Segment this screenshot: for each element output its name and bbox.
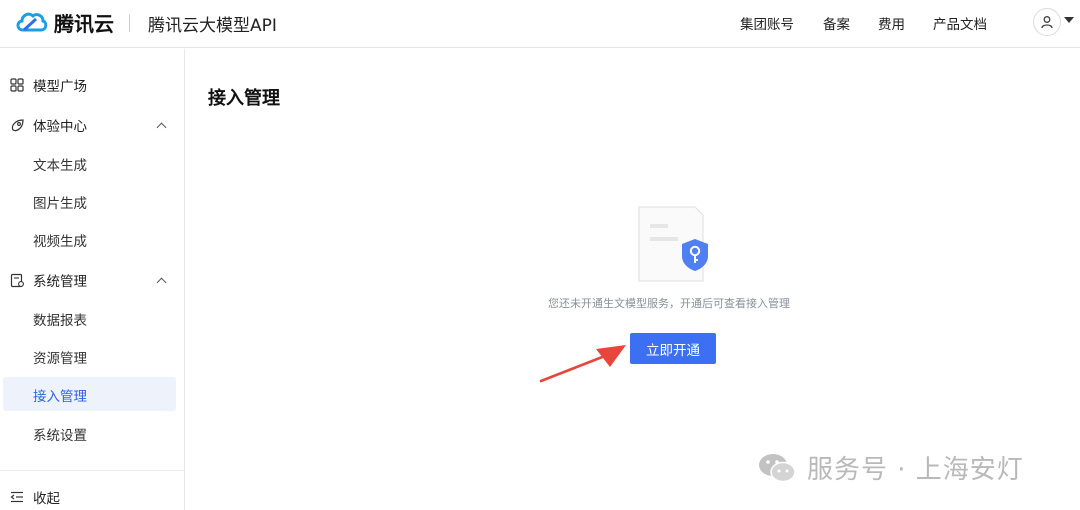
empty-state-message: 您还未开通生文模型服务，开通后可查看接入管理	[548, 297, 790, 310]
sidebar-item-system-settings[interactable]: 系统设置	[33, 424, 87, 444]
sidebar-item-model-square[interactable]: 模型广场	[9, 75, 87, 95]
sidebar-item-access-management[interactable]: 接入管理	[33, 385, 87, 405]
account-dropdown-icon[interactable]	[1064, 17, 1074, 23]
chevron-up-icon[interactable]	[156, 122, 167, 133]
collapse-icon	[9, 489, 25, 505]
sidebar: 模型广场 体验中心 文本生成 图片生成 视频生成 系统管理 数据报表 资源管理 …	[0, 49, 185, 510]
top-header: 腾讯云 腾讯云大模型API 集团账号 备案 费用 产品文档	[0, 0, 1080, 48]
sidebar-item-text-generation[interactable]: 文本生成	[33, 154, 87, 174]
user-avatar[interactable]	[1033, 8, 1061, 36]
tencent-cloud-logo[interactable]: 腾讯云	[14, 8, 114, 36]
sidebar-item-label: 系统管理	[33, 274, 87, 290]
nav-billing[interactable]: 费用	[878, 13, 905, 33]
watermark: 服务号 · 上海安灯	[757, 449, 1024, 486]
nav-filing[interactable]: 备案	[823, 13, 850, 33]
page-title: 接入管理	[208, 88, 280, 109]
cloud-logo-icon	[16, 12, 48, 32]
chevron-up-icon[interactable]	[156, 277, 167, 288]
sidebar-item-label: 体验中心	[33, 119, 87, 135]
red-arrow-annotation	[539, 345, 626, 383]
sidebar-item-label: 模型广场	[33, 79, 87, 95]
rocket-icon	[9, 117, 25, 133]
sidebar-item-data-report[interactable]: 数据报表	[33, 309, 87, 329]
header-separator	[129, 14, 130, 32]
empty-state-illustration	[637, 205, 713, 287]
active-item-highlight	[3, 377, 176, 411]
grid-icon	[9, 77, 25, 93]
wechat-icon	[759, 453, 796, 482]
nav-group-account[interactable]: 集团账号	[740, 13, 794, 33]
sidebar-item-video-generation[interactable]: 视频生成	[33, 230, 87, 250]
product-title: 腾讯云大模型API	[148, 16, 277, 36]
sidebar-item-resource-management[interactable]: 资源管理	[33, 347, 87, 367]
user-icon	[1041, 16, 1053, 29]
activate-now-button[interactable]: 立即开通	[630, 333, 716, 364]
watermark-text: 服务号 · 上海安灯	[807, 455, 1024, 485]
nav-docs[interactable]: 产品文档	[933, 13, 987, 33]
sidebar-item-experience-center[interactable]: 体验中心	[9, 115, 87, 135]
collapse-label: 收起	[33, 491, 60, 507]
sidebar-collapse-button[interactable]: 收起	[9, 487, 60, 507]
sidebar-item-system-management[interactable]: 系统管理	[9, 270, 87, 290]
settings-doc-icon	[9, 272, 25, 288]
sidebar-divider	[0, 470, 184, 471]
brand-name: 腾讯云	[54, 11, 114, 36]
document-key-icon	[638, 206, 708, 282]
sidebar-item-image-generation[interactable]: 图片生成	[33, 192, 87, 212]
